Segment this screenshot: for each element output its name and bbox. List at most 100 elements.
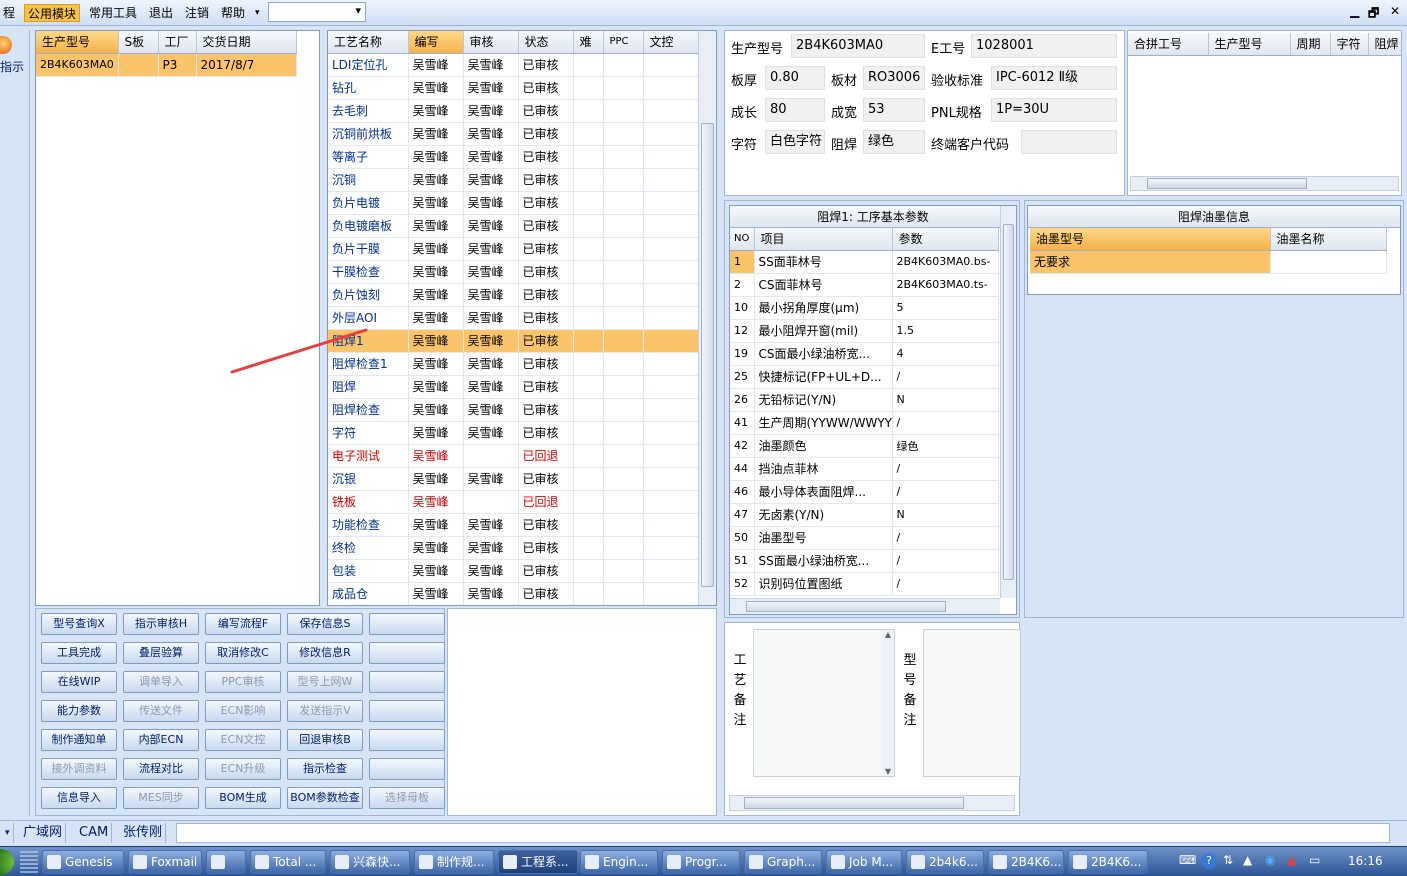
table-row[interactable]: 1 SS面菲林号 2B4K603MA0.bs-: [730, 250, 999, 274]
action-button[interactable]: ECN升级: [205, 758, 281, 780]
action-button[interactable]: ECN影响: [205, 700, 281, 722]
action-button[interactable]: 流程对比: [123, 758, 199, 780]
action-button[interactable]: 工具完成: [41, 642, 117, 664]
action-button[interactable]: 回退审核B: [287, 729, 363, 751]
table-row[interactable]: 阻焊 吴雪峰 吴雪峰 已审核: [328, 375, 699, 399]
params-col-item[interactable]: 项目: [754, 228, 893, 251]
browser-icon[interactable]: ◉: [1265, 853, 1275, 867]
remarks-hscroll-thumb[interactable]: [744, 797, 964, 809]
proc-col-difficulty[interactable]: 难: [573, 31, 604, 54]
params-col-value[interactable]: 参数: [892, 228, 999, 251]
table-row[interactable]: 阻焊1 吴雪峰 吴雪峰 已审核: [328, 329, 699, 353]
action-button[interactable]: 保存信息S: [287, 613, 363, 635]
taskbar-item[interactable]: Engin...: [580, 850, 658, 874]
table-row[interactable]: 沉铜前烘板 吴雪峰 吴雪峰 已审核: [328, 122, 699, 146]
action-button[interactable]: MES同步: [123, 787, 199, 809]
status-tab-wan[interactable]: 广域网: [20, 823, 67, 843]
cust-field[interactable]: [1021, 130, 1117, 154]
table-row[interactable]: 等离子 吴雪峰 吴雪峰 已审核: [328, 145, 699, 169]
action-button[interactable]: 传送文件: [123, 700, 199, 722]
merge-col-model[interactable]: 生产型号: [1208, 33, 1291, 56]
table-row[interactable]: 52 识别码位置图纸 /: [730, 572, 999, 596]
empty-button[interactable]: [369, 642, 445, 664]
taskbar-item[interactable]: 兴森快...: [330, 850, 410, 874]
keyboard-icon[interactable]: ⌨: [1179, 853, 1196, 867]
indicator-icon[interactable]: [0, 36, 12, 54]
merge-hscrollbar[interactable]: [1130, 176, 1399, 191]
table-row[interactable]: 47 无卤素(Y/N) N: [730, 503, 999, 527]
proc-col-author[interactable]: 编写: [408, 31, 464, 54]
empty-button[interactable]: [369, 729, 445, 751]
table-row[interactable]: 无要求: [1030, 250, 1387, 274]
action-button[interactable]: 发送指示V: [287, 700, 363, 722]
table-row[interactable]: 功能检查 吴雪峰 吴雪峰 已审核: [328, 513, 699, 537]
table-row[interactable]: 51 SS面最小绿油桥宽... /: [730, 549, 999, 573]
pnl-field[interactable]: 1P=30U: [991, 98, 1117, 122]
empty-button[interactable]: [369, 671, 445, 693]
start-orb-icon[interactable]: [0, 849, 14, 875]
action-button[interactable]: BOM参数检查: [287, 787, 363, 809]
table-row[interactable]: 沉银 吴雪峰 吴雪峰 已审核: [328, 467, 699, 491]
table-row[interactable]: 包装 吴雪峰 吴雪峰 已审核: [328, 559, 699, 583]
order-col-delivery[interactable]: 交货日期: [196, 31, 297, 54]
ink-col-name[interactable]: 油墨名称: [1270, 228, 1387, 251]
taskbar-item[interactable]: 2B4K6...: [1068, 850, 1148, 874]
action-button[interactable]: 调单导入: [123, 671, 199, 693]
mat-field[interactable]: RO3006: [863, 66, 925, 90]
action-button[interactable]: 修改信息R: [287, 642, 363, 664]
tray-expand-icon[interactable]: ▲: [1243, 853, 1252, 867]
action-button[interactable]: 指示检查: [287, 758, 363, 780]
table-row[interactable]: 去毛刺 吴雪峰 吴雪峰 已审核: [328, 99, 699, 123]
action-button[interactable]: 能力参数: [41, 700, 117, 722]
proc-col-reviewer[interactable]: 审核: [463, 31, 519, 54]
order-col-model[interactable]: 生产型号: [36, 31, 119, 54]
params-scroll-thumb[interactable]: [1003, 224, 1014, 580]
action-button[interactable]: BOM生成: [205, 787, 281, 809]
table-row[interactable]: 铣板 吴雪峰 已回退: [328, 490, 699, 514]
menu-common-tools[interactable]: 常用工具: [86, 4, 140, 22]
table-row[interactable]: 终检 吴雪峰 吴雪峰 已审核: [328, 536, 699, 560]
restore-icon[interactable]: 🗗: [1368, 4, 1379, 25]
table-row[interactable]: 字符 吴雪峰 吴雪峰 已审核: [328, 421, 699, 445]
table-row[interactable]: 19 CS面最小绿油桥宽... 4: [730, 342, 999, 366]
action-button[interactable]: 信息导入: [41, 787, 117, 809]
table-row[interactable]: 沉铜 吴雪峰 吴雪峰 已审核: [328, 168, 699, 192]
table-row[interactable]: 10 最小拐角厚度(μm) 5: [730, 296, 999, 320]
taskbar-item[interactable]: Foxmail: [128, 850, 202, 874]
display-icon[interactable]: ▭: [1309, 853, 1320, 867]
table-row[interactable]: 46 最小导体表面阻焊... /: [730, 480, 999, 504]
table-row[interactable]: 负片干膜 吴雪峰 吴雪峰 已审核: [328, 237, 699, 261]
table-row[interactable]: 2B4K603MA0 P3 2017/8/7: [36, 53, 297, 77]
menu-public-module[interactable]: 公用模块: [24, 4, 81, 22]
action-button[interactable]: 指示审核H: [123, 613, 199, 635]
action-button[interactable]: PPC审核: [205, 671, 281, 693]
indicator-label[interactable]: 指示: [0, 58, 24, 75]
taskbar-item[interactable]: Total ...: [250, 850, 326, 874]
table-row[interactable]: 2 CS面菲林号 2B4K603MA0.ts-: [730, 273, 999, 297]
action-button[interactable]: 叠层验算: [123, 642, 199, 664]
process-remark-scrollbar[interactable]: ▲ ▼: [882, 630, 894, 776]
params-col-no[interactable]: NO: [730, 228, 755, 251]
status-tab-user[interactable]: 张传刚: [120, 823, 167, 843]
table-row[interactable]: 50 油墨型号 /: [730, 526, 999, 550]
table-row[interactable]: 26 无铅标记(Y/N) N: [730, 388, 999, 412]
process-remark-field[interactable]: ▲ ▼: [753, 629, 895, 777]
table-row[interactable]: 负电镀磨板 吴雪峰 吴雪峰 已审核: [328, 214, 699, 238]
len-field[interactable]: 80: [765, 98, 825, 122]
action-button[interactable]: 制作通知单: [41, 729, 117, 751]
thick-field[interactable]: 0.80: [765, 66, 825, 90]
menu-exit[interactable]: 退出: [146, 4, 176, 22]
mask-field[interactable]: 绿色: [863, 130, 925, 154]
table-row[interactable]: 干膜检查 吴雪峰 吴雪峰 已审核: [328, 260, 699, 284]
action-button[interactable]: 选择母板: [369, 787, 445, 809]
params-hscroll-thumb[interactable]: [746, 601, 946, 612]
action-button[interactable]: ECN文控: [205, 729, 281, 751]
taskbar-item[interactable]: [206, 850, 246, 874]
taskbar-item[interactable]: Graph...: [744, 850, 822, 874]
table-row[interactable]: 负片蚀刻 吴雪峰 吴雪峰 已审核: [328, 283, 699, 307]
table-row[interactable]: 12 最小阻焊开窗(mil) 1.5: [730, 319, 999, 343]
table-row[interactable]: 41 生产周期(YYWW/WWYY) /: [730, 411, 999, 435]
action-button[interactable]: 在线WIP: [41, 671, 117, 693]
remarks-hscrollbar[interactable]: [729, 795, 1015, 811]
proc-col-status[interactable]: 状态: [518, 31, 574, 54]
